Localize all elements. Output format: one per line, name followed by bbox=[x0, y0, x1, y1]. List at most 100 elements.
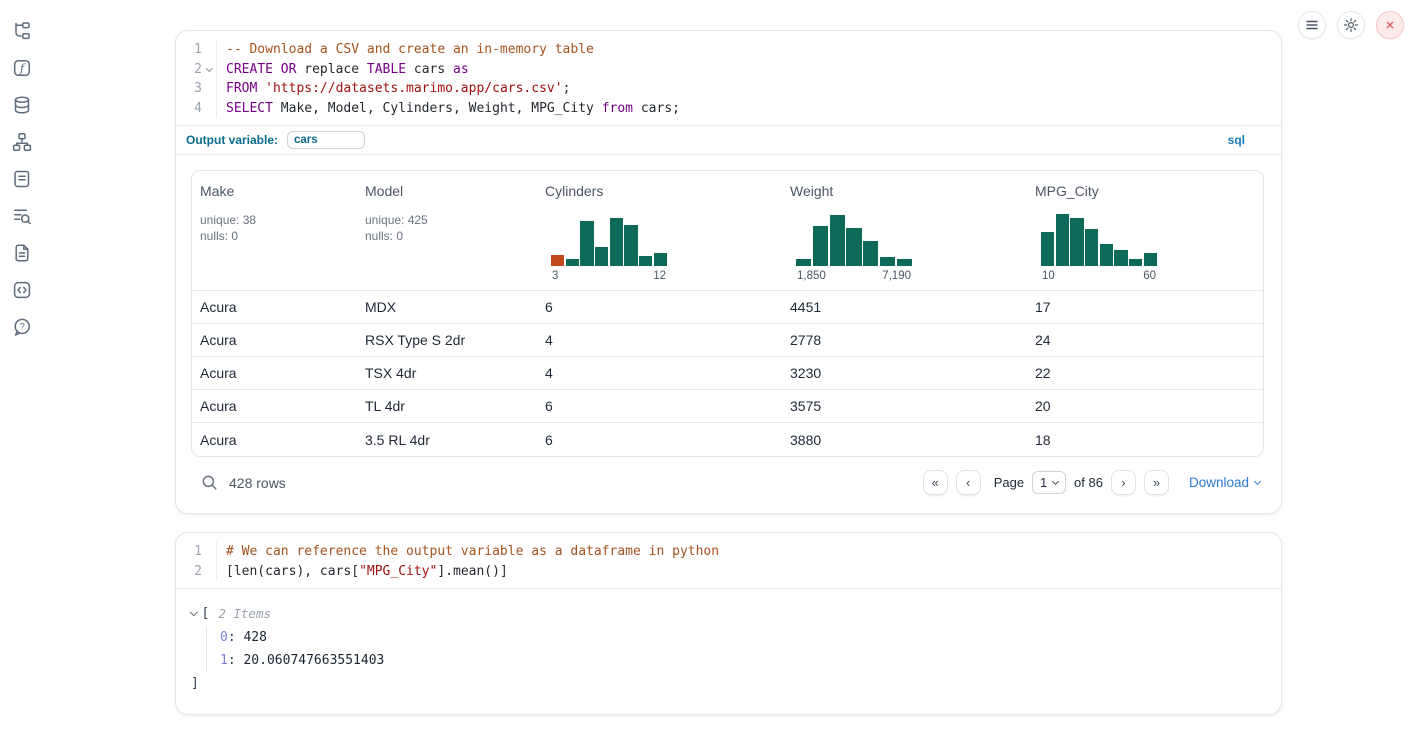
code-line[interactable]: 2 [len(cars), cars["MPG_City"].mean()] bbox=[176, 562, 1281, 582]
settings-button[interactable] bbox=[1337, 11, 1365, 39]
output-tree-item: 0428 bbox=[220, 626, 1266, 649]
histogram-bar bbox=[580, 221, 593, 266]
output-variable-label: Output variable: bbox=[186, 133, 278, 147]
histogram-bars bbox=[796, 211, 912, 266]
item-value: 428 bbox=[243, 630, 266, 645]
fold-marker bbox=[202, 79, 216, 99]
python-code-editor[interactable]: 1# We can reference the output variable … bbox=[176, 533, 1281, 588]
code-text: CREATE OR replace TABLE cars as bbox=[216, 60, 1281, 80]
help-chat-icon[interactable]: ? bbox=[12, 316, 33, 337]
histogram-bar bbox=[880, 257, 895, 266]
items-count-label: 2 Items bbox=[218, 606, 271, 621]
column-stats: unique: 425nulls: 0 bbox=[365, 212, 529, 244]
sql-cell-footer: Output variable: sql bbox=[176, 125, 1281, 154]
column-header[interactable]: Weight 1,8507,190 bbox=[782, 171, 1027, 290]
bracket-close: ] bbox=[191, 674, 1266, 694]
language-badge: sql bbox=[1228, 133, 1245, 147]
function-icon[interactable]: f bbox=[12, 57, 33, 78]
table-row[interactable]: AcuraRSX Type S 2dr4277824 bbox=[192, 324, 1263, 357]
line-number: 2 bbox=[176, 60, 202, 80]
table-cell: 2778 bbox=[782, 332, 1027, 348]
column-name: Weight bbox=[790, 183, 1019, 199]
column-stats: unique: 38nulls: 0 bbox=[200, 212, 349, 244]
code-line[interactable]: 3FROM 'https://datasets.marimo.app/cars.… bbox=[176, 79, 1281, 99]
dependency-graph-icon[interactable] bbox=[12, 131, 33, 152]
table-cell: 24 bbox=[1027, 332, 1263, 348]
table-cell: 22 bbox=[1027, 365, 1263, 381]
column-name: MPG_City bbox=[1035, 183, 1255, 199]
pagination: « ‹ Page 1 of 86 › » Download bbox=[923, 470, 1260, 495]
sql-code-editor[interactable]: 1 -- Download a CSV and create an in-memo… bbox=[176, 31, 1281, 125]
histogram-bar bbox=[1070, 218, 1083, 266]
gear-icon bbox=[1343, 17, 1359, 33]
first-page-button[interactable]: « bbox=[923, 470, 948, 495]
table-row[interactable]: AcuraMDX6445117 bbox=[192, 291, 1263, 324]
file-tree-icon[interactable] bbox=[12, 20, 33, 41]
column-header[interactable]: MPG_City 1060 bbox=[1027, 171, 1263, 290]
fold-marker[interactable] bbox=[202, 60, 216, 80]
fold-marker bbox=[202, 40, 216, 60]
histogram-bar bbox=[897, 259, 912, 266]
shutdown-button[interactable] bbox=[1376, 11, 1404, 39]
table-cell: 4 bbox=[537, 365, 782, 381]
line-number: 1 bbox=[176, 542, 202, 562]
table-row[interactable]: AcuraTL 4dr6357520 bbox=[192, 390, 1263, 423]
table-cell: 6 bbox=[537, 432, 782, 448]
column-header[interactable]: Make unique: 38nulls: 0 bbox=[192, 171, 357, 290]
table-cell: 20 bbox=[1027, 398, 1263, 414]
page-select[interactable]: 1 bbox=[1032, 471, 1066, 494]
code-text: -- Download a CSV and create an in-memor… bbox=[216, 40, 1281, 60]
column-header[interactable]: Cylinders312 bbox=[537, 171, 782, 290]
histogram-bar bbox=[1144, 253, 1157, 266]
table-cell: RSX Type S 2dr bbox=[357, 332, 537, 348]
table-row[interactable]: AcuraTSX 4dr4323022 bbox=[192, 357, 1263, 390]
column-header[interactable]: Modelunique: 425nulls: 0 bbox=[357, 171, 537, 290]
table-cell: 3.5 RL 4dr bbox=[357, 432, 537, 448]
page-select-value: 1 bbox=[1040, 476, 1047, 490]
bracket-open: [ bbox=[202, 606, 210, 621]
search-icon bbox=[200, 473, 219, 492]
code-line[interactable]: 4SELECT Make, Model, Cylinders, Weight, … bbox=[176, 99, 1281, 119]
histogram: 312 bbox=[551, 211, 667, 282]
histogram-axis-labels: 1,8507,190 bbox=[796, 270, 912, 282]
code-line[interactable]: 1# We can reference the output variable … bbox=[176, 542, 1281, 562]
documentation-icon[interactable] bbox=[12, 242, 33, 263]
column-name: Make bbox=[200, 183, 349, 199]
search-button[interactable] bbox=[199, 473, 219, 493]
svg-text:f: f bbox=[19, 61, 26, 75]
histogram-bar bbox=[1100, 244, 1113, 266]
close-icon bbox=[1383, 18, 1397, 32]
prev-page-button[interactable]: ‹ bbox=[956, 470, 981, 495]
scratchpad-scroll-icon[interactable] bbox=[12, 168, 33, 189]
last-page-button[interactable]: » bbox=[1144, 470, 1169, 495]
table-footer: 428 rows « ‹ Page 1 of 86 › » Download bbox=[191, 457, 1264, 503]
code-line[interactable]: 2 CREATE OR replace TABLE cars as bbox=[176, 60, 1281, 80]
notebook-actions bbox=[1298, 11, 1404, 39]
table-row[interactable]: Acura3.5 RL 4dr6388018 bbox=[192, 423, 1263, 456]
histogram-bar bbox=[830, 215, 845, 266]
table-cell: Acura bbox=[192, 398, 357, 414]
download-button[interactable]: Download bbox=[1189, 475, 1260, 490]
code-text: [len(cars), cars["MPG_City"].mean()] bbox=[216, 562, 1281, 582]
collapse-chevron-icon[interactable] bbox=[190, 608, 198, 616]
database-icon[interactable] bbox=[12, 94, 33, 115]
table-cell: 3880 bbox=[782, 432, 1027, 448]
logs-search-icon[interactable] bbox=[12, 205, 33, 226]
data-table: Make unique: 38nulls: 0Modelunique: 425nu… bbox=[191, 170, 1264, 457]
table-cell: TSX 4dr bbox=[357, 365, 537, 381]
histogram: 1,8507,190 bbox=[796, 211, 912, 282]
menu-button[interactable] bbox=[1298, 11, 1326, 39]
histogram-bar bbox=[624, 225, 637, 266]
line-number: 2 bbox=[176, 562, 202, 582]
histogram-bar bbox=[595, 247, 608, 266]
histogram: 1060 bbox=[1041, 211, 1157, 282]
fold-marker bbox=[202, 562, 216, 582]
row-count: 428 rows bbox=[229, 475, 286, 491]
line-number: 1 bbox=[176, 40, 202, 60]
sidebar-rail: f ? bbox=[0, 0, 44, 337]
output-variable-input[interactable] bbox=[287, 131, 365, 149]
code-text: SELECT Make, Model, Cylinders, Weight, M… bbox=[216, 99, 1281, 119]
snippets-code-icon[interactable] bbox=[12, 279, 33, 300]
next-page-button[interactable]: › bbox=[1111, 470, 1136, 495]
code-line[interactable]: 1 -- Download a CSV and create an in-memo… bbox=[176, 40, 1281, 60]
